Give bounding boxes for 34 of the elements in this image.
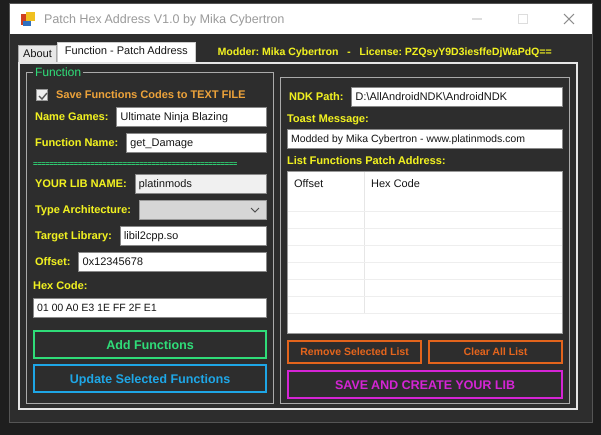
button[interactable]: Remove Selected List — [287, 340, 422, 364]
field-label: Name Games: — [35, 111, 108, 123]
tab[interactable]: About — [18, 45, 57, 62]
field-label: YOUR LIB NAME: — [35, 178, 127, 190]
button[interactable]: Update Selected Functions — [33, 364, 267, 393]
license-text: Modder: Mika Cybertron - License: PZQsyY9D3iesffeDjWaPdQ== — [218, 46, 552, 58]
field-label: Toast Message: — [287, 113, 370, 125]
input-field[interactable]: 0x12345678 — [78, 252, 267, 272]
window-title: Patch Hex Address V1.0 by Mika Cybertron — [44, 12, 286, 26]
field-label: Offset: — [35, 256, 70, 268]
button[interactable]: Add Functions — [33, 330, 267, 359]
checkbox-label: Save Functions Codes to TEXT FILE — [56, 89, 246, 101]
field-label: Hex Code: — [33, 280, 88, 292]
chevron-down-icon — [250, 207, 260, 213]
column-header: Offset — [288, 172, 365, 211]
input-field[interactable]: Ultimate Ninja Blazing — [116, 107, 267, 127]
input-field[interactable]: platinmods — [134, 174, 267, 194]
list-view[interactable]: Offset Hex Code — [287, 171, 563, 334]
input-field[interactable]: get_Damage — [126, 133, 267, 153]
input-field[interactable]: D:\AllAndroidNDK\AndroidNDK — [351, 87, 563, 107]
tab[interactable]: Function - Patch Address — [56, 42, 196, 62]
field-label: NDK Path: — [289, 91, 344, 103]
input-field[interactable]: 01 00 A0 E3 1E FF 2F E1 — [33, 298, 267, 318]
column-header: Hex Code — [370, 177, 421, 192]
button[interactable]: Clear All List — [428, 340, 563, 364]
group-legend: Function — [33, 65, 84, 79]
checkbox[interactable] — [36, 89, 48, 101]
app-icon — [20, 11, 36, 27]
field-label: Target Library: — [35, 230, 112, 242]
field-label: Function Name: — [35, 137, 118, 149]
input-field[interactable]: Modded by Mika Cybertron - www.platinmods.com — [287, 129, 563, 149]
list-label: List Functions Patch Address: — [287, 155, 447, 167]
field-label: Type Architecture: — [35, 204, 131, 216]
input-field[interactable]: libil2cpp.so — [120, 226, 267, 246]
